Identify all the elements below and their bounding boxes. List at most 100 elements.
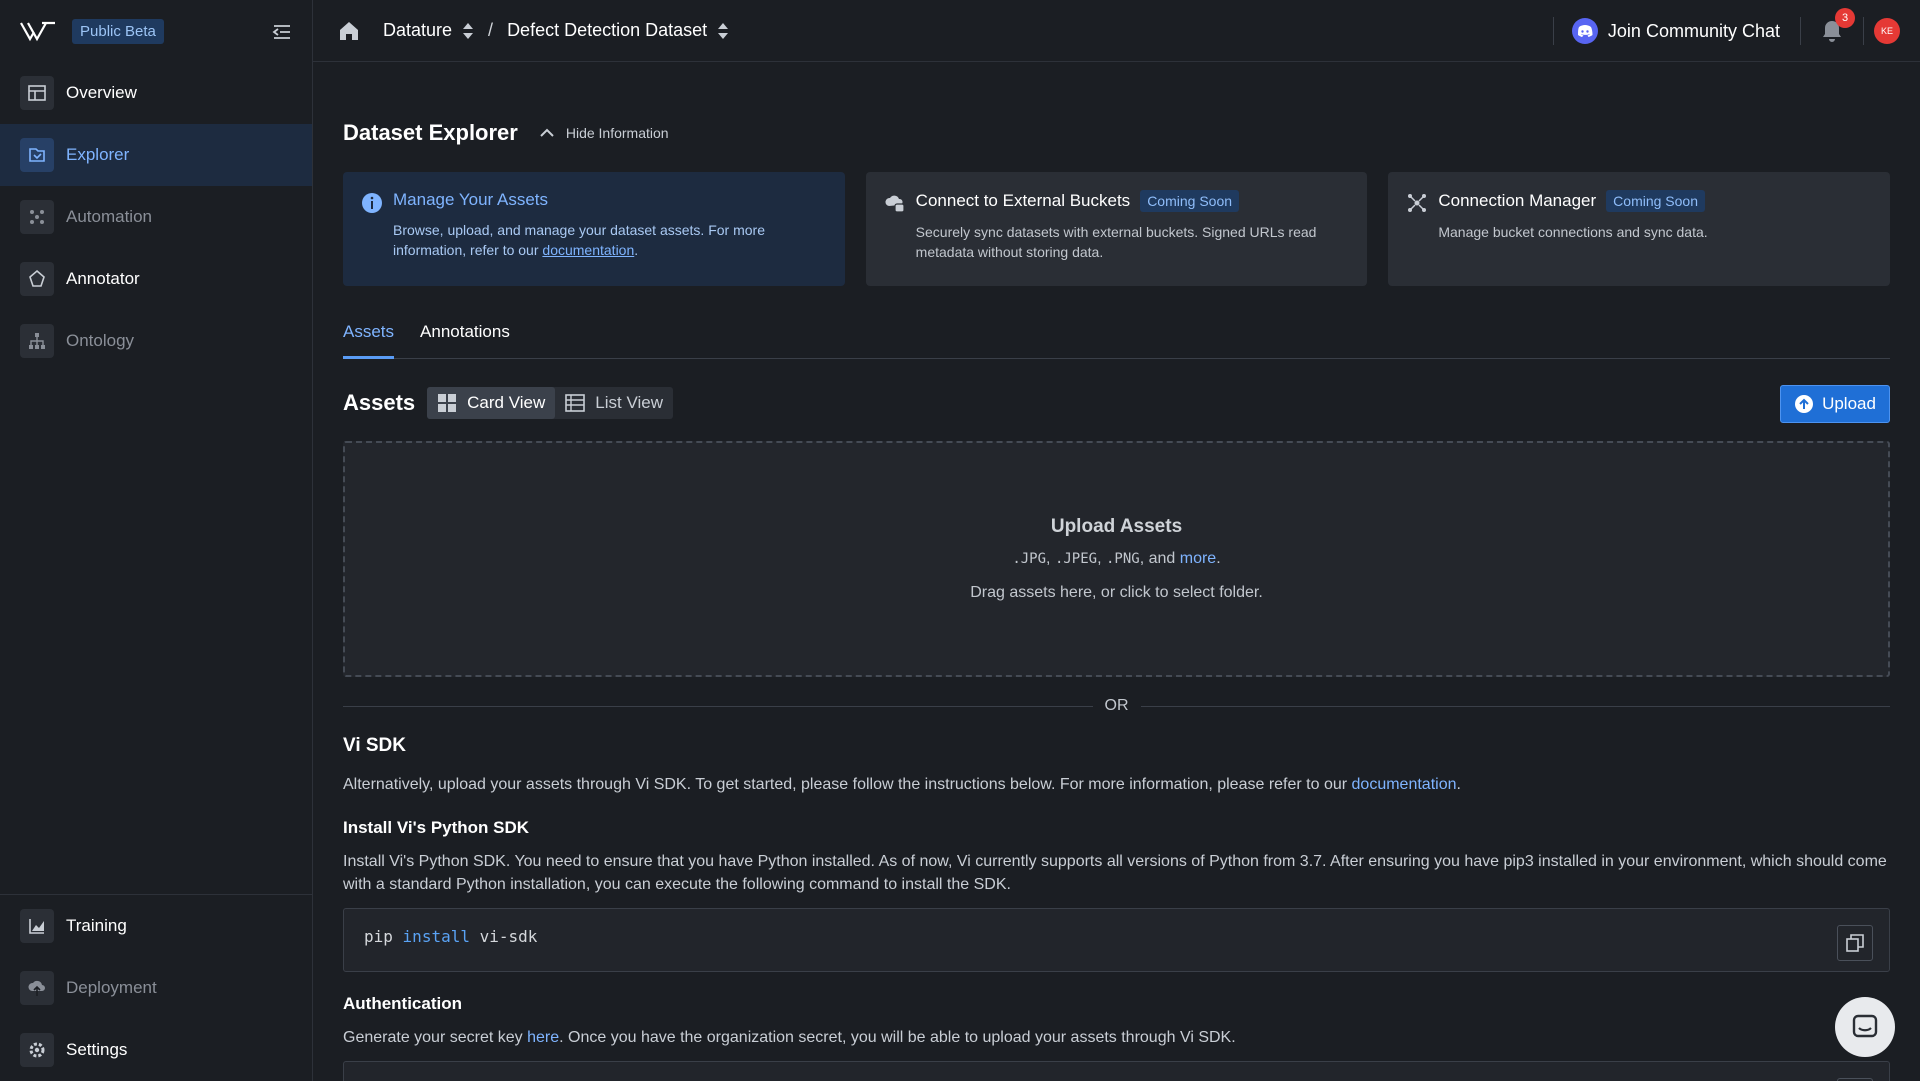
explorer-header: Dataset Explorer Hide Information bbox=[343, 92, 1890, 146]
divider bbox=[1800, 17, 1801, 45]
sdk-section: Vi SDK Alternatively, upload your assets… bbox=[343, 735, 1890, 1081]
sidebar: Public Beta Overview Explorer Automation… bbox=[0, 0, 313, 1081]
training-icon bbox=[20, 909, 54, 943]
info-icon bbox=[362, 193, 382, 213]
explorer-icon bbox=[20, 138, 54, 172]
sidebar-item-label: Ontology bbox=[66, 331, 135, 350]
main-content: Dataset Explorer Hide Information Manage… bbox=[343, 62, 1891, 1081]
documentation-link[interactable]: documentation bbox=[542, 242, 634, 258]
sidebar-item-deployment[interactable]: Deployment bbox=[0, 957, 312, 1019]
discord-icon bbox=[1571, 18, 1598, 44]
tab-annotations[interactable]: Annotations bbox=[420, 318, 510, 358]
install-command[interactable]: pip install vi-sdk bbox=[364, 927, 537, 946]
format-jpg: .JPG bbox=[1012, 551, 1047, 567]
upload-dropzone[interactable]: Upload Assets .JPG, .JPEG, .PNG, and mor… bbox=[343, 441, 1890, 677]
sidebar-item-label: Deployment bbox=[66, 978, 157, 997]
copy-button[interactable] bbox=[1837, 925, 1873, 961]
sidebar-item-overview[interactable]: Overview bbox=[0, 62, 312, 124]
authentication-description: Generate your secret key here. Once you … bbox=[343, 1026, 1890, 1049]
deployment-icon bbox=[20, 971, 54, 1005]
cloud-database-icon bbox=[885, 195, 905, 213]
copy-icon bbox=[1846, 934, 1864, 952]
app-logo-icon[interactable] bbox=[20, 20, 56, 42]
more-formats-link[interactable]: more bbox=[1180, 550, 1216, 567]
breadcrumb-workspace[interactable]: Datature bbox=[383, 20, 474, 41]
divider bbox=[1552, 17, 1554, 45]
annotator-icon bbox=[20, 262, 54, 296]
coming-soon-badge: Coming Soon bbox=[1140, 190, 1240, 212]
collapse-sidebar-icon[interactable] bbox=[270, 20, 294, 44]
dropzone-formats: .JPG, .JPEG, .PNG, and more. bbox=[1012, 550, 1221, 567]
sdk-title: Vi SDK bbox=[343, 735, 407, 756]
info-card-connection-manager: Connection Manager Coming Soon Manage bu… bbox=[1388, 172, 1891, 286]
upload-button[interactable]: Upload bbox=[1780, 385, 1890, 423]
sidebar-bottom: Training Deployment Settings bbox=[0, 894, 312, 1081]
install-code-block: pip install vi-sdk bbox=[343, 908, 1890, 972]
card-description: Browse, upload, and manage your dataset … bbox=[393, 220, 827, 260]
list-view-button[interactable]: List View bbox=[555, 387, 673, 419]
assets-heading: Assets bbox=[343, 390, 416, 415]
or-divider: OR bbox=[343, 697, 1890, 715]
sidebar-item-label: Overview bbox=[66, 83, 137, 102]
or-label: OR bbox=[1104, 697, 1129, 714]
info-cards: Manage Your Assets Browse, upload, and m… bbox=[343, 172, 1891, 286]
sidebar-item-ontology[interactable]: Ontology bbox=[0, 310, 312, 372]
connections-icon bbox=[1408, 194, 1427, 212]
divider bbox=[1863, 17, 1864, 45]
join-community-button[interactable]: Join Community Chat bbox=[1571, 18, 1780, 44]
notifications-button[interactable]: 3 bbox=[1819, 8, 1855, 44]
notification-count-badge: 3 bbox=[1835, 8, 1855, 28]
card-title: Connection Manager Coming Soon bbox=[1438, 190, 1707, 212]
code-token: vi-sdk bbox=[479, 927, 538, 946]
chat-support-button[interactable] bbox=[1835, 997, 1895, 1057]
coming-soon-badge: Coming Soon bbox=[1606, 190, 1705, 212]
sidebar-item-settings[interactable]: Settings bbox=[0, 1019, 312, 1081]
authentication-title: Authentication bbox=[343, 994, 462, 1013]
sdk-intro-text: Alternatively, upload your assets throug… bbox=[343, 776, 1352, 793]
hide-information-toggle[interactable]: Hide Information bbox=[540, 125, 669, 141]
tab-assets[interactable]: Assets bbox=[343, 318, 395, 359]
format-jpeg: .JPEG bbox=[1054, 551, 1098, 567]
join-community-label: Join Community Chat bbox=[1607, 20, 1780, 41]
install-description: Install Vi's Python SDK. You need to ens… bbox=[343, 853, 1887, 893]
list-icon bbox=[565, 394, 586, 412]
user-avatar[interactable]: KE bbox=[1874, 18, 1900, 44]
sidebar-item-label: Annotator bbox=[66, 269, 140, 288]
code-keyword: install bbox=[402, 927, 470, 946]
explorer-tabs: Assets Annotations bbox=[343, 318, 1890, 359]
ontology-icon bbox=[20, 324, 54, 358]
card-title-text: Connect to External Buckets bbox=[915, 191, 1131, 210]
install-title: Install Vi's Python SDK bbox=[343, 818, 530, 837]
card-view-button[interactable]: Card View bbox=[427, 387, 556, 419]
auth-code-block: import vi bbox=[343, 1061, 1890, 1081]
divider-line bbox=[343, 705, 1093, 707]
dropzone-hint: Drag assets here, or click to select fol… bbox=[970, 584, 1263, 601]
sidebar-item-explorer[interactable]: Explorer bbox=[0, 124, 312, 186]
grid-icon bbox=[438, 394, 457, 412]
sort-icon bbox=[463, 22, 474, 39]
sdk-documentation-link[interactable]: documentation bbox=[1352, 776, 1457, 793]
home-icon[interactable] bbox=[337, 19, 361, 43]
sidebar-item-training[interactable]: Training bbox=[0, 895, 312, 957]
automation-icon bbox=[20, 200, 54, 234]
sidebar-item-annotator[interactable]: Annotator bbox=[0, 248, 312, 310]
breadcrumb-separator: / bbox=[488, 20, 494, 40]
info-card-manage-assets: Manage Your Assets Browse, upload, and m… bbox=[343, 172, 845, 286]
chat-icon bbox=[1852, 1014, 1878, 1038]
upload-icon bbox=[1795, 395, 1814, 413]
card-title-text: Connection Manager bbox=[1438, 191, 1597, 210]
dropzone-title: Upload Assets bbox=[1050, 516, 1183, 537]
card-description-end: . bbox=[634, 242, 639, 258]
beta-badge: Public Beta bbox=[72, 18, 164, 44]
overview-icon bbox=[20, 76, 54, 110]
breadcrumb-workspace-label: Datature bbox=[383, 20, 453, 40]
secret-key-link[interactable]: here bbox=[527, 1029, 559, 1046]
card-description: Securely sync datasets with external buc… bbox=[915, 224, 1317, 260]
breadcrumb-dataset[interactable]: Defect Detection Dataset bbox=[507, 20, 729, 41]
settings-icon bbox=[20, 1033, 54, 1067]
card-description: Manage bucket connections and sync data. bbox=[1438, 224, 1708, 240]
code-token: pip bbox=[364, 927, 393, 946]
auth-text-end: . Once you have the organization secret,… bbox=[559, 1029, 1236, 1046]
card-view-label: Card View bbox=[467, 393, 546, 412]
sidebar-item-automation[interactable]: Automation bbox=[0, 186, 312, 248]
